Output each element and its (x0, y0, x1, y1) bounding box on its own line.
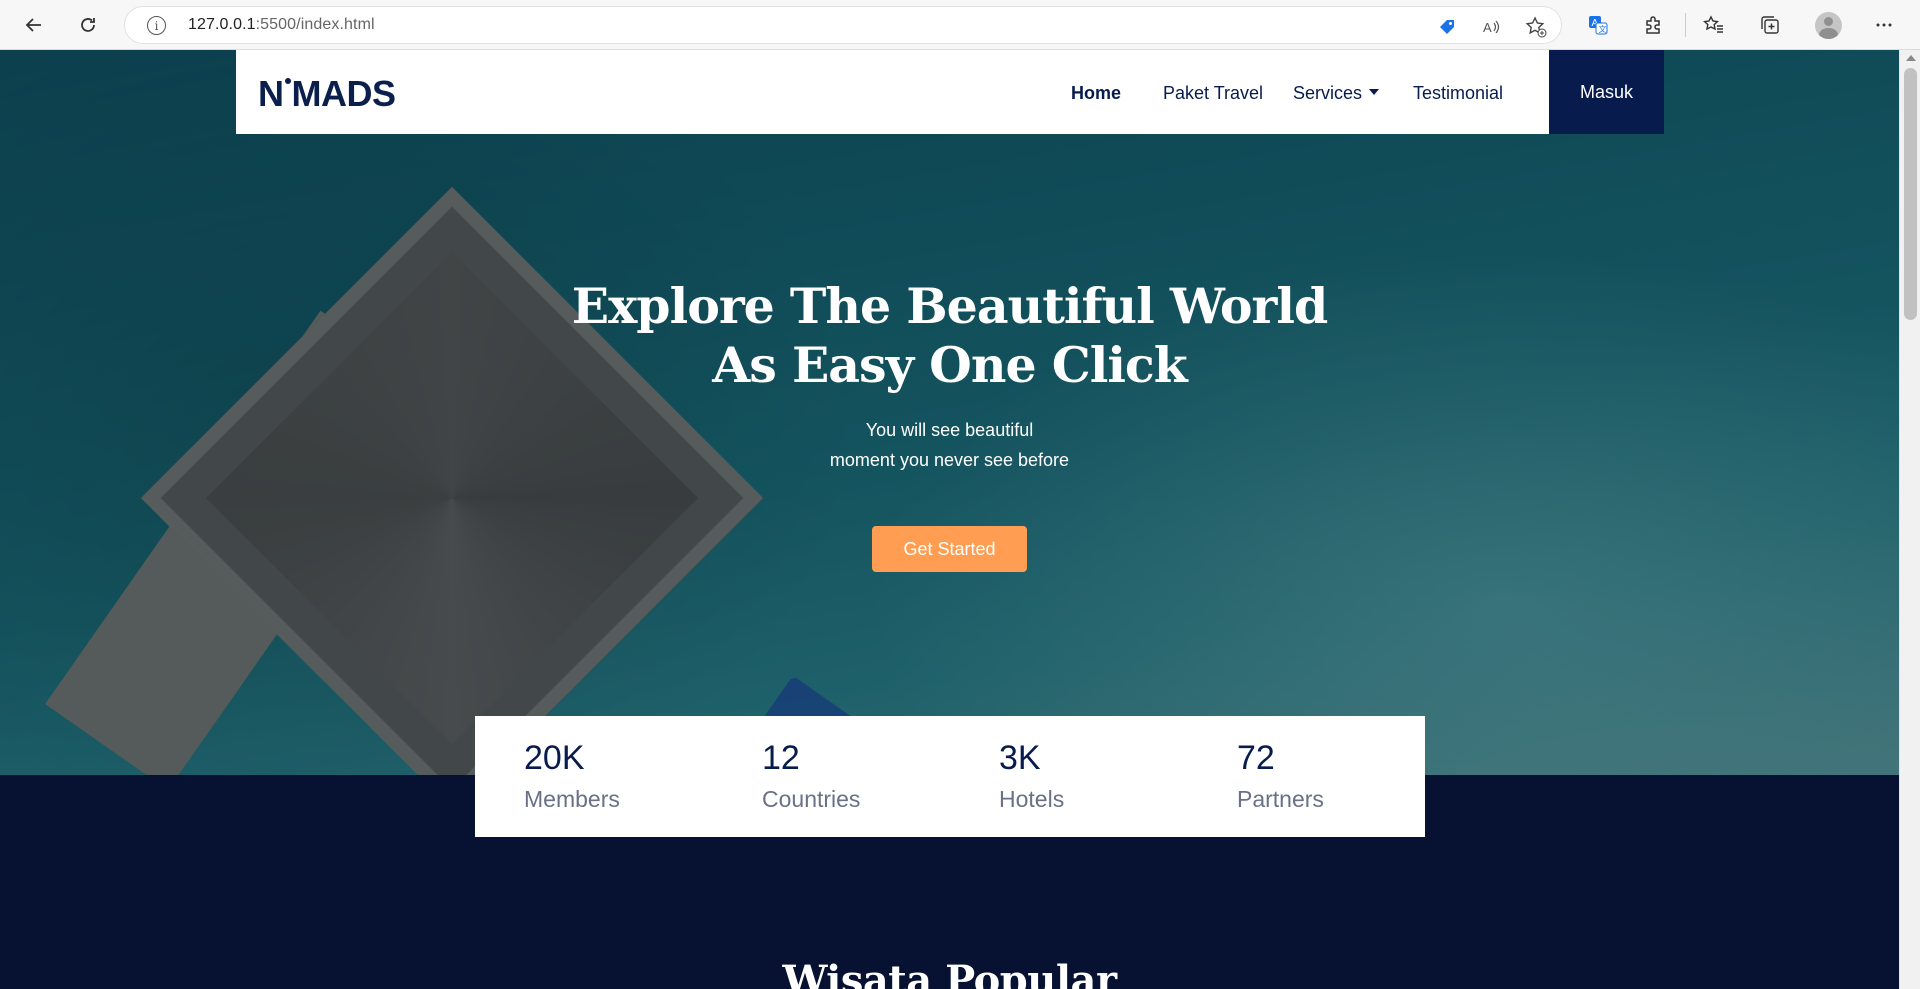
address-url[interactable]: 127.0.0.1:5500/index.html (188, 16, 375, 34)
stat-value: 20K (524, 739, 585, 777)
hero-section: Explore The Beautiful World As Easy One … (0, 50, 1899, 775)
chevron-down-icon (1369, 89, 1380, 95)
stat-hotels: 3K Hotels (999, 738, 1064, 818)
logo-letter-n: N (258, 73, 284, 114)
scrollbar-thumb[interactable] (1904, 68, 1917, 320)
svg-text:文: 文 (1599, 24, 1607, 34)
favorites-icon[interactable] (1701, 12, 1727, 38)
toolbar-separator (1685, 13, 1686, 37)
nav-testimonial[interactable]: Testimonial (1413, 83, 1503, 104)
section-title: Wisata Popular (782, 957, 1117, 989)
browser-toolbar: i 127.0.0.1:5500/index.html A A文 (0, 0, 1920, 50)
reload-icon[interactable] (72, 9, 104, 41)
hero-title: Explore The Beautiful World As Easy One … (0, 277, 1899, 395)
stat-value: 12 (762, 739, 800, 777)
stat-label: Partners (1237, 786, 1324, 812)
scroll-up-arrow-icon[interactable] (1906, 55, 1916, 61)
url-path: :5500/index.html (255, 16, 375, 33)
stat-countries: 12 Countries (762, 738, 860, 818)
stat-partners: 72 Partners (1237, 738, 1324, 818)
shopping-tag-icon[interactable] (1436, 16, 1458, 38)
stat-label: Hotels (999, 786, 1065, 812)
stat-value: 3K (999, 739, 1041, 777)
stat-members: 20K Members (524, 738, 620, 818)
stat-label: Members (524, 786, 620, 812)
hero-subtitle-line-2: moment you never see before (829, 450, 1070, 470)
svg-text:A: A (1483, 20, 1492, 35)
favorite-add-icon[interactable] (1525, 16, 1547, 38)
login-button[interactable]: Masuk (1549, 50, 1664, 134)
extensions-icon[interactable] (1641, 12, 1667, 38)
page-scrollbar[interactable] (1899, 50, 1920, 989)
site-navbar: N MADS Home Paket Travel Services Testimo… (236, 50, 1664, 134)
nav-paket-travel[interactable]: Paket Travel (1163, 83, 1263, 104)
site-info-icon[interactable]: i (147, 16, 166, 35)
stats-box: 20K Members 12 Countries 3K Hotels 72 Pa… (475, 716, 1425, 837)
stat-label: Countries (762, 786, 861, 812)
collections-icon[interactable] (1757, 12, 1783, 38)
hero-subtitle: You will see beautiful moment you never … (0, 415, 1899, 475)
url-host: 127.0.0.1 (188, 16, 256, 33)
get-started-button[interactable]: Get Started (872, 526, 1027, 572)
read-aloud-icon[interactable]: A (1480, 16, 1502, 38)
hero-subtitle-line-1: You will see beautiful (865, 420, 1034, 440)
nav-services[interactable]: Services (1293, 83, 1380, 104)
stat-value: 72 (1237, 739, 1275, 777)
address-bar[interactable]: i 127.0.0.1:5500/index.html A (124, 6, 1562, 44)
hero-title-line-1: Explore The Beautiful World (571, 277, 1329, 335)
site-logo[interactable]: N MADS (258, 73, 396, 115)
page-viewport: Explore The Beautiful World As Easy One … (0, 50, 1899, 989)
more-menu-icon[interactable] (1871, 12, 1897, 38)
profile-avatar[interactable] (1815, 12, 1842, 39)
hero-overlay (0, 50, 1899, 775)
back-icon[interactable] (18, 9, 50, 41)
translate-icon[interactable]: A文 (1585, 12, 1611, 38)
hero-title-line-2: As Easy One Click (712, 336, 1187, 394)
logo-pin-icon (284, 78, 291, 84)
nav-home[interactable]: Home (1071, 83, 1121, 104)
nav-services-label: Services (1293, 83, 1363, 103)
logo-wordmark: MADS (291, 73, 397, 114)
